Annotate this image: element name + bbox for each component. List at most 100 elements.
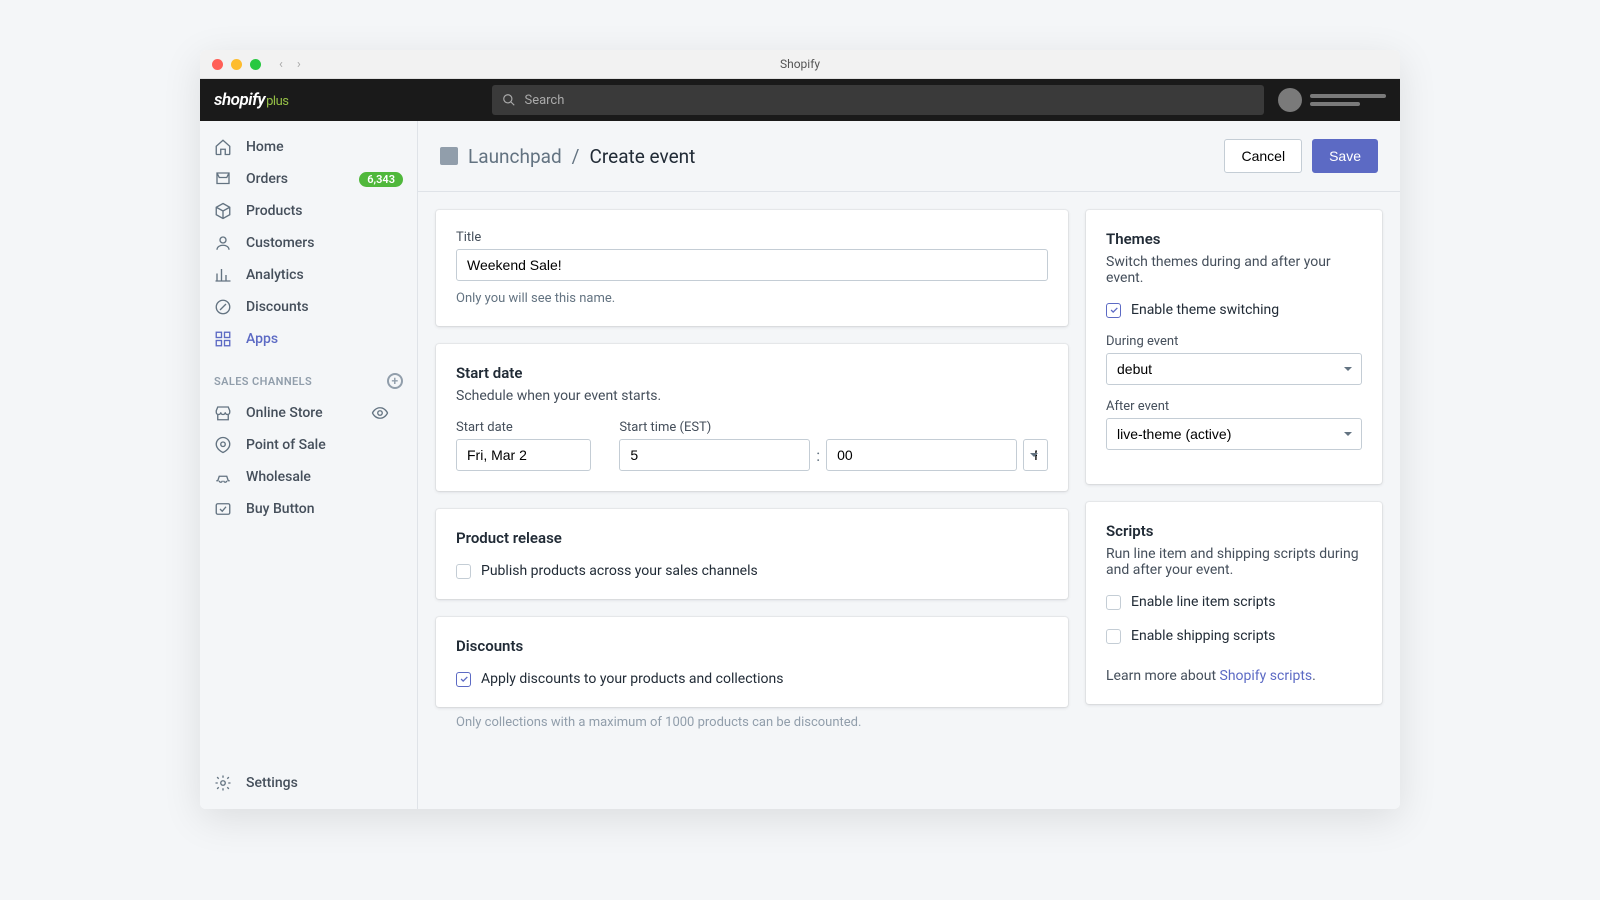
add-channel-icon[interactable]: + — [387, 373, 403, 389]
sidebar-item-orders[interactable]: Orders 6,343 — [200, 163, 417, 195]
start-date-label: Start date — [456, 420, 591, 435]
account-menu[interactable] — [1278, 88, 1386, 112]
title-card: Title Only you will see this name. — [436, 210, 1068, 326]
launchpad-icon — [440, 147, 458, 165]
sidebar-item-discounts[interactable]: Discounts — [200, 291, 417, 323]
start-date-sub: Schedule when your event starts. — [456, 388, 1048, 404]
topbar: shopifyplus Search — [200, 79, 1400, 121]
during-event-label: During event — [1106, 334, 1362, 349]
apps-icon — [214, 330, 232, 348]
sales-channels-heading: SALES CHANNELS + — [200, 355, 417, 397]
sidebar-item-label: Home — [246, 139, 284, 155]
eye-icon[interactable] — [371, 404, 389, 422]
minimize-window-icon[interactable] — [231, 59, 242, 70]
title-label: Title — [456, 230, 1048, 245]
sidebar-item-customers[interactable]: Customers — [200, 227, 417, 259]
traffic-lights — [212, 59, 261, 70]
products-icon — [214, 202, 232, 220]
start-date-input[interactable] — [456, 439, 591, 471]
enable-shipping-scripts-checkbox[interactable] — [1106, 629, 1121, 644]
page-header: Launchpad / Create event Cancel Save — [418, 121, 1400, 192]
page-title: Create event — [590, 145, 696, 168]
avatar — [1278, 88, 1302, 112]
search-input[interactable]: Search — [492, 85, 1264, 115]
close-window-icon[interactable] — [212, 59, 223, 70]
logo[interactable]: shopifyplus — [214, 90, 288, 110]
sidebar: Home Orders 6,343 Products Customers Ana… — [200, 121, 418, 809]
cancel-button[interactable]: Cancel — [1224, 139, 1302, 173]
orders-icon — [214, 170, 232, 188]
sidebar-item-analytics[interactable]: Analytics — [200, 259, 417, 291]
during-event-select[interactable] — [1106, 353, 1362, 385]
enable-line-item-scripts-label: Enable line item scripts — [1131, 594, 1275, 610]
analytics-icon — [214, 266, 232, 284]
scripts-learn-more: Learn more about Shopify scripts. — [1106, 668, 1362, 684]
ampm-select[interactable] — [1023, 439, 1048, 471]
sidebar-channel-online-store[interactable]: Online Store — [200, 397, 417, 429]
pos-icon — [214, 436, 232, 454]
sidebar-item-apps[interactable]: Apps — [200, 323, 417, 355]
sidebar-item-label: Discounts — [246, 299, 309, 315]
forward-icon[interactable]: › — [297, 57, 301, 72]
time-separator: : — [816, 446, 820, 465]
title-input[interactable] — [456, 249, 1048, 281]
account-name-placeholder — [1310, 94, 1386, 106]
scripts-card: Scripts Run line item and shipping scrip… — [1086, 502, 1382, 704]
sidebar-channel-pos[interactable]: Point of Sale — [200, 429, 417, 461]
discounts-note: Only collections with a maximum of 1000 … — [436, 715, 1068, 730]
scripts-heading: Scripts — [1106, 522, 1362, 540]
themes-card: Themes Switch themes during and after yo… — [1086, 210, 1382, 484]
buy-button-icon — [214, 500, 232, 518]
window-title: Shopify — [780, 57, 820, 71]
breadcrumb-parent[interactable]: Launchpad — [468, 145, 562, 168]
sidebar-item-home[interactable]: Home — [200, 131, 417, 163]
sidebar-item-label: Settings — [246, 775, 298, 791]
sidebar-item-label: Customers — [246, 235, 314, 251]
title-help: Only you will see this name. — [456, 291, 1048, 306]
sidebar-channel-buy-button[interactable]: Buy Button — [200, 493, 417, 525]
shopify-scripts-link[interactable]: Shopify scripts — [1220, 668, 1313, 684]
sidebar-item-settings[interactable]: Settings — [200, 767, 417, 799]
start-time-label: Start time (EST) — [619, 420, 1048, 435]
sidebar-item-products[interactable]: Products — [200, 195, 417, 227]
themes-heading: Themes — [1106, 230, 1362, 248]
after-event-label: After event — [1106, 399, 1362, 414]
start-minute-input[interactable] — [826, 439, 1017, 471]
product-release-heading: Product release — [456, 529, 1048, 547]
after-event-select[interactable] — [1106, 418, 1362, 450]
start-hour-input[interactable] — [619, 439, 810, 471]
sidebar-item-label: Buy Button — [246, 501, 315, 517]
sidebar-item-label: Orders — [246, 171, 288, 187]
maximize-window-icon[interactable] — [250, 59, 261, 70]
orders-badge: 6,343 — [359, 172, 403, 187]
enable-theme-switching-label: Enable theme switching — [1131, 302, 1279, 318]
enable-theme-switching-checkbox[interactable] — [1106, 303, 1121, 318]
start-date-heading: Start date — [456, 364, 1048, 382]
main-content: Launchpad / Create event Cancel Save Tit… — [418, 121, 1400, 809]
sidebar-item-label: Apps — [246, 331, 278, 347]
discounts-icon — [214, 298, 232, 316]
discounts-heading: Discounts — [456, 637, 1048, 655]
save-button[interactable]: Save — [1312, 139, 1378, 173]
publish-products-label: Publish products across your sales chann… — [481, 563, 758, 579]
customers-icon — [214, 234, 232, 252]
sidebar-channel-wholesale[interactable]: Wholesale — [200, 461, 417, 493]
themes-sub: Switch themes during and after your even… — [1106, 254, 1362, 286]
sidebar-item-label: Wholesale — [246, 469, 311, 485]
sidebar-item-label: Products — [246, 203, 303, 219]
search-icon — [502, 93, 516, 107]
enable-shipping-scripts-label: Enable shipping scripts — [1131, 628, 1275, 644]
gear-icon — [214, 774, 232, 792]
back-icon[interactable]: ‹ — [279, 57, 283, 72]
sidebar-item-label: Online Store — [246, 405, 323, 421]
start-date-card: Start date Schedule when your event star… — [436, 344, 1068, 491]
sidebar-item-label: Point of Sale — [246, 437, 326, 453]
nav-arrows: ‹ › — [279, 57, 301, 72]
enable-line-item-scripts-checkbox[interactable] — [1106, 595, 1121, 610]
discounts-card: Discounts Apply discounts to your produc… — [436, 617, 1068, 707]
sidebar-item-label: Analytics — [246, 267, 304, 283]
home-icon — [214, 138, 232, 156]
wholesale-icon — [214, 468, 232, 486]
apply-discounts-checkbox[interactable] — [456, 672, 471, 687]
publish-products-checkbox[interactable] — [456, 564, 471, 579]
